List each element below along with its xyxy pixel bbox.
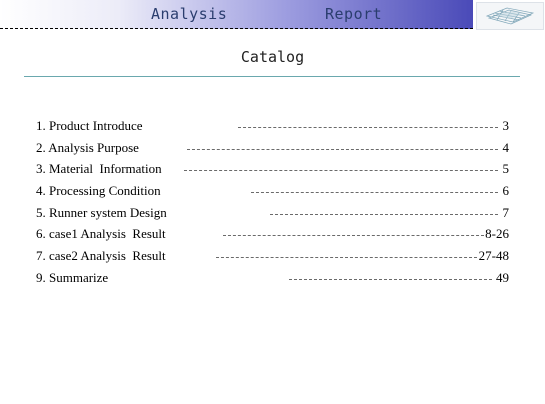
catalog-item-page: 3 [502,118,510,133]
dotted-leader [216,257,477,259]
catalog-item-page: 27-48 [478,248,509,264]
catalog-item: 6. case1 Analysis Result 8-26 [0,225,545,247]
catalog-item: 2. Analysis Purpose 4 [0,139,545,161]
catalog-item-page: 7 [502,204,510,220]
catalog-title: Catalog [240,48,305,66]
catalog-item: 3. Material Information 5 [0,160,545,182]
mold-3d-thumbnail-icon [476,2,544,30]
catalog-list: 1. Product Introduce 3 2. Analysis Purpo… [0,117,545,291]
dotted-leader [223,235,484,237]
header-word-report: Report [325,5,383,23]
catalog-item-page: 6 [502,183,510,199]
dotted-leader [184,170,498,172]
catalog-item-label: 3. Material Information [36,161,162,177]
catalog-item-label: 6. case1 Analysis Result [36,226,166,242]
catalog-item: 7. case2 Analysis Result 27-48 [0,247,545,269]
report-header-band: Analysis Report [0,0,473,29]
catalog-item-page: 4 [502,139,510,155]
catalog-item-page: 5 [502,161,510,177]
dotted-leader [238,127,498,128]
dotted-leader [187,148,498,150]
catalog-item-label: 9. Summarize [36,269,109,285]
catalog-item-label: 5. Runner system Design [36,204,167,220]
catalog-item: 1. Product Introduce 3 [0,117,545,139]
catalog-item: 9. Summarize 49 [0,269,545,291]
header-word-analysis: Analysis [151,5,228,23]
catalog-item: 5. Runner system Design 7 [0,204,545,226]
catalog-item-page: 49 [496,269,509,285]
catalog-item-label: 2. Analysis Purpose [36,139,139,155]
title-divider [24,76,520,77]
catalog-item-label: 7. case2 Analysis Result [36,248,166,264]
dotted-leader [270,213,498,215]
catalog-item-label: 1. Product Introduce [36,118,143,133]
catalog-item-page: 8-26 [485,226,509,242]
catalog-item: 4. Processing Condition 6 [0,182,545,204]
dotted-leader [251,192,498,194]
catalog-item-label: 4. Processing Condition [36,183,161,199]
dotted-leader [289,278,492,280]
